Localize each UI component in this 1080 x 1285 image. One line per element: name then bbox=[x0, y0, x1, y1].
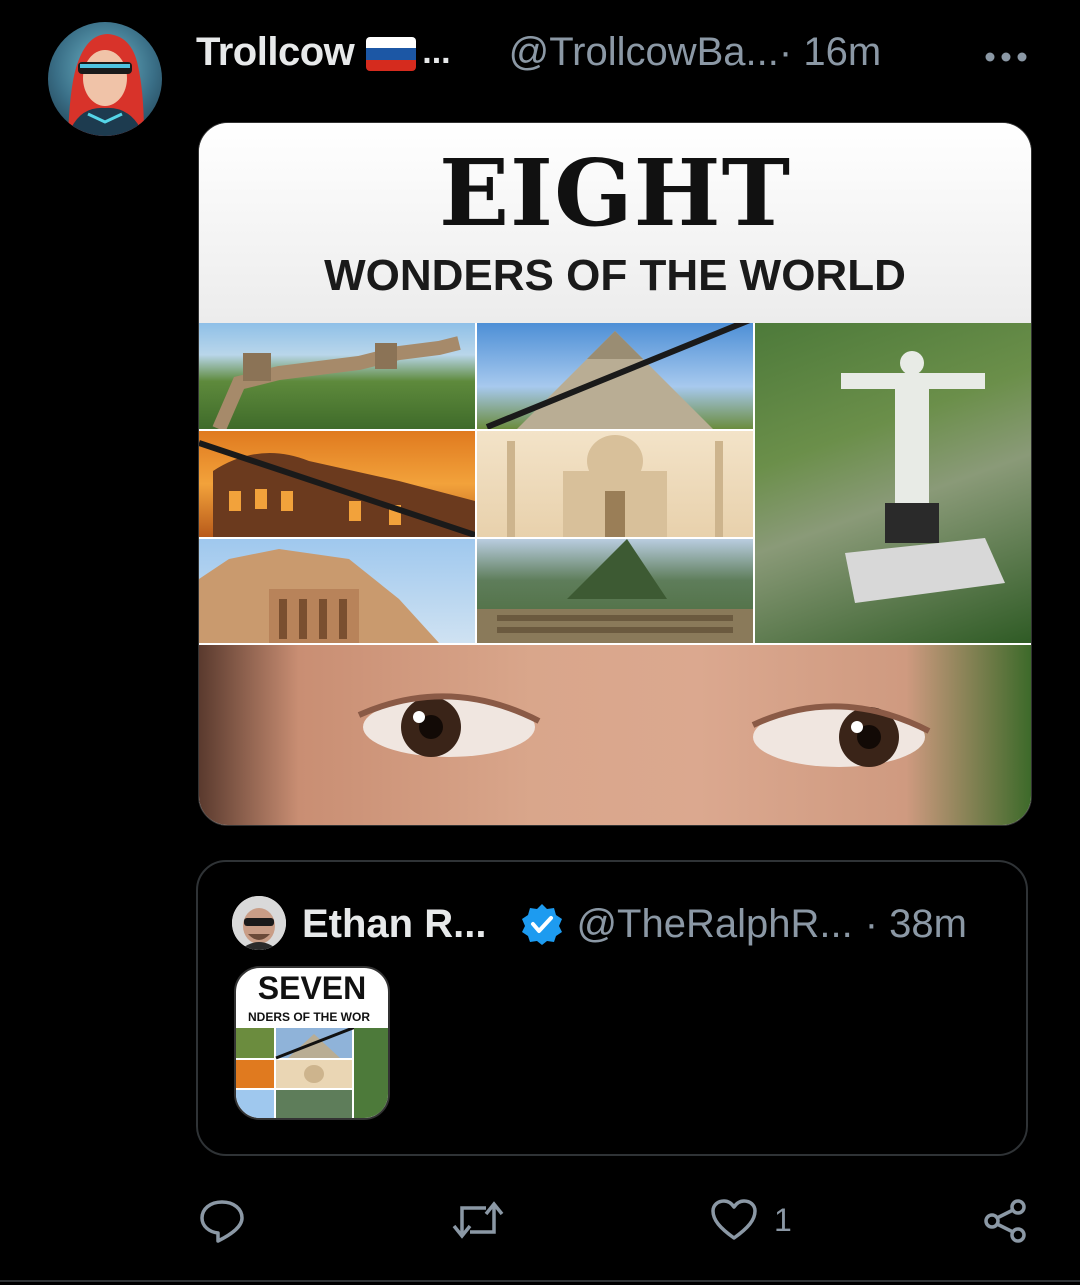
russia-flag-icon bbox=[366, 37, 417, 71]
machu-picchu-photo bbox=[477, 539, 753, 643]
name-ellipsis: ... bbox=[422, 32, 451, 71]
quoted-author-avatar[interactable] bbox=[232, 896, 286, 950]
chichen-itza-photo bbox=[477, 323, 753, 429]
author-handle[interactable]: @TrollcowBa... bbox=[509, 30, 779, 75]
reply-button[interactable] bbox=[198, 1198, 246, 1244]
quoted-image-thumbnail[interactable]: SEVEN NDERS OF THE WOR bbox=[234, 966, 390, 1120]
staring-eyes-photo bbox=[199, 645, 1031, 825]
author-avatar[interactable] bbox=[48, 22, 162, 136]
reply-icon bbox=[198, 1198, 246, 1244]
author-name[interactable]: Trollcow bbox=[196, 30, 355, 75]
divider bbox=[0, 1280, 1080, 1282]
post-image[interactable]: EIGHT WONDERS OF THE WORLD bbox=[198, 122, 1032, 826]
heart-icon bbox=[710, 1198, 758, 1242]
quoted-author-handle[interactable]: @TheRalphR... bbox=[576, 902, 852, 947]
post-action-bar: 1 bbox=[0, 1190, 1080, 1250]
share-icon bbox=[982, 1198, 1028, 1244]
post-time[interactable]: · 16m bbox=[779, 30, 881, 75]
like-count: 1 bbox=[774, 1201, 792, 1238]
more-horizontal-icon[interactable] bbox=[984, 30, 1028, 75]
quoted-thumb-subtitle: NDERS OF THE WOR bbox=[248, 1010, 370, 1024]
like-button[interactable]: 1 bbox=[710, 1198, 792, 1242]
colosseum-photo bbox=[199, 431, 475, 537]
taj-mahal-photo bbox=[477, 431, 753, 537]
verified-badge-icon bbox=[520, 902, 564, 946]
meme-subtitle: WONDERS OF THE WORLD bbox=[324, 251, 906, 300]
petra-photo bbox=[199, 539, 475, 643]
quoted-author-name[interactable]: Ethan R... bbox=[302, 902, 486, 947]
share-button[interactable] bbox=[982, 1198, 1028, 1244]
repost-icon bbox=[452, 1198, 504, 1242]
quoted-post[interactable]: Ethan R... @TheRalphR... · 38m SEVEN NDE… bbox=[196, 860, 1028, 1156]
quoted-post-time[interactable]: · 38m bbox=[865, 902, 967, 947]
great-wall-photo bbox=[199, 323, 475, 429]
repost-button[interactable] bbox=[452, 1198, 504, 1242]
meme-title: EIGHT bbox=[438, 139, 792, 247]
christ-redeemer-photo bbox=[755, 323, 1031, 643]
meme-header: EIGHT WONDERS OF THE WORLD bbox=[199, 123, 1031, 323]
quoted-thumb-title: SEVEN bbox=[257, 970, 367, 1006]
quoted-header: Ethan R... @TheRalphR... · 38m bbox=[302, 898, 967, 950]
post-header: Trollcow ... @TrollcowBa... · 16m bbox=[196, 26, 881, 78]
